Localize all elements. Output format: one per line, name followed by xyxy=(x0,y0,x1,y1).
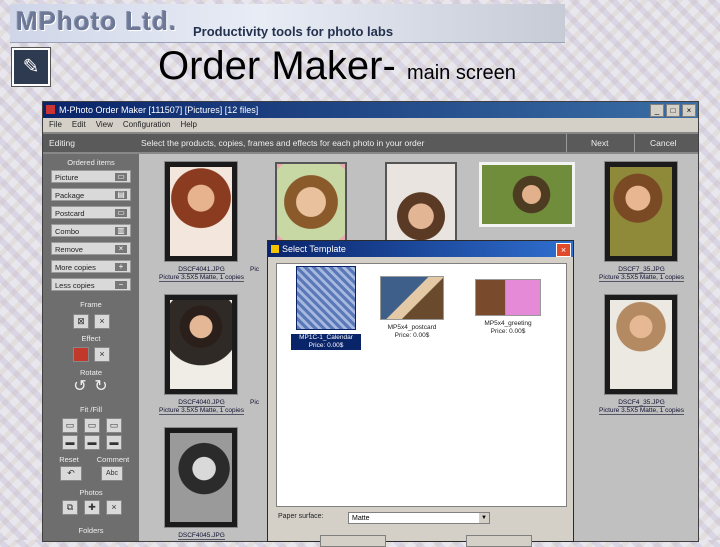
dialog-ok-button[interactable] xyxy=(320,535,386,547)
ordered-items-panel: Ordered items Picture ▭ Package ▤ Postcard… xyxy=(43,154,139,541)
fit-option-2-icon[interactable]: ▭ xyxy=(84,418,100,433)
template-name: MP5x4_postcard Price: 0.00$ xyxy=(387,324,437,339)
photo-cell[interactable]: DSCF4040.JPG Picture 3.5X5 Matte, 1 copie… xyxy=(144,291,259,423)
photo-thumbnail[interactable] xyxy=(605,162,677,261)
more-copies-button[interactable]: More copies + xyxy=(51,260,131,273)
photo-cell[interactable]: DSCF4045.JPG xyxy=(144,424,259,541)
frame-remove-icon[interactable]: × xyxy=(94,314,110,329)
instruction-text: Select the products, copies, frames and … xyxy=(141,138,425,148)
rotate-left-icon[interactable]: ↺ xyxy=(73,379,87,395)
photo-thumbnail[interactable] xyxy=(165,428,237,527)
remove-button[interactable]: Remove × xyxy=(51,242,131,255)
fill-option-2-icon[interactable]: ▬ xyxy=(84,435,100,450)
menu-edit[interactable]: Edit xyxy=(72,118,86,132)
cancel-button[interactable]: Cancel xyxy=(634,134,694,152)
window-titlebar: M-Photo Order Maker [111507] [Pictures] … xyxy=(43,102,698,118)
toolbar: Editing Select the products, copies, fra… xyxy=(43,132,698,154)
template-list: MP1C-1_Calendar Price: 0.00$ MP5x4_postca… xyxy=(276,263,567,507)
header-banner: MPhoto Ltd. Productivity tools for photo… xyxy=(10,4,565,43)
postcard-button[interactable]: Postcard ▭ xyxy=(51,206,131,219)
rotate-label: Rotate xyxy=(79,368,103,377)
chevron-down-icon[interactable]: ▼ xyxy=(479,513,489,523)
package-button[interactable]: Package ▤ xyxy=(51,188,131,201)
template-item[interactable]: MP5x4_postcard Price: 0.00$ xyxy=(377,276,447,340)
paper-surface-select[interactable]: Matte ▼ xyxy=(348,512,490,524)
slide-title: Order Maker- main screen xyxy=(158,44,516,89)
fit-option-1-icon[interactable]: ▭ xyxy=(62,418,78,433)
menu-view[interactable]: View xyxy=(96,118,113,132)
package-icon: ▤ xyxy=(115,191,127,199)
maximize-button[interactable]: □ xyxy=(666,104,680,117)
photos-add-icon[interactable]: ✚ xyxy=(84,500,100,515)
edit-icon: ✎ xyxy=(12,48,50,86)
close-window-button[interactable]: × xyxy=(682,104,696,117)
menu-bar: File Edit View Configuration Help xyxy=(43,118,698,132)
picture-icon: ▭ xyxy=(115,173,127,181)
remove-icon: × xyxy=(115,245,127,253)
photo-thumbnail[interactable] xyxy=(165,295,237,394)
fit-option-3-icon[interactable]: ▭ xyxy=(106,418,122,433)
slide-title-main: Order Maker- xyxy=(158,44,396,88)
plus-icon: + xyxy=(115,263,127,271)
rotate-right-icon[interactable]: ↻ xyxy=(94,379,108,395)
photos-label: Photos xyxy=(79,488,103,497)
dialog-icon xyxy=(271,245,279,253)
calendar-template-thumb[interactable] xyxy=(296,266,356,330)
photo-thumbnail[interactable] xyxy=(605,295,677,394)
dialog-title: Select Template xyxy=(282,244,346,254)
company-logo: MPhoto Ltd. xyxy=(16,6,178,36)
menu-help[interactable]: Help xyxy=(180,118,196,132)
folders-label: Folders xyxy=(78,526,104,535)
template-name: MP1C-1_Calendar Price: 0.00$ xyxy=(291,334,361,350)
frame-add-icon[interactable]: ⊠ xyxy=(73,314,89,329)
close-icon[interactable]: × xyxy=(556,243,571,257)
photos-view-icon[interactable]: ⧉ xyxy=(62,500,78,515)
photos-remove-icon[interactable]: × xyxy=(106,500,122,515)
tagline: Productivity tools for photo labs xyxy=(193,24,394,39)
select-template-dialog: Select Template × MP1C-1_Calendar Price: … xyxy=(267,240,574,547)
menu-configuration[interactable]: Configuration xyxy=(123,118,171,132)
postcard-icon: ▭ xyxy=(115,209,127,217)
greeting-template-thumb[interactable] xyxy=(475,279,541,316)
comment-button[interactable]: Abc xyxy=(101,466,123,481)
combo-icon: ▥ xyxy=(115,227,127,235)
template-item[interactable]: MP1C-1_Calendar Price: 0.00$ xyxy=(291,266,361,350)
next-button[interactable]: Next xyxy=(566,134,629,152)
fit-fill-label: Fit /Fill xyxy=(79,405,103,414)
photo-caption: DSCF4_35.JPG Picture 3.5X5 Matte, 1 copie… xyxy=(599,399,684,415)
menu-file[interactable]: File xyxy=(49,118,62,132)
effect-label: Effect xyxy=(81,334,101,343)
dialog-cancel-button[interactable] xyxy=(466,535,532,547)
paper-surface-label: Paper surface: xyxy=(278,513,324,520)
template-item[interactable]: MP5x4_greeting Price: 0.00$ xyxy=(473,279,543,336)
photo-caption: DSCF4040.JPG Picture 3.5X5 Matte, 1 copie… xyxy=(159,399,244,415)
template-name: MP5x4_greeting Price: 0.00$ xyxy=(484,320,532,335)
app-icon xyxy=(46,105,55,114)
slide-subtitle: main screen xyxy=(406,62,516,84)
dialog-titlebar: Select Template × xyxy=(268,241,573,257)
window-title: M-Photo Order Maker [111507] [Pictures] … xyxy=(59,105,259,115)
frame-label: Frame xyxy=(80,300,102,309)
photo-cell[interactable]: DSCF4_35.JPG Picture 3.5X5 Matte, 1 copie… xyxy=(584,291,698,423)
less-copies-button[interactable]: Less copies − xyxy=(51,278,131,291)
photo-caption: DSCF4041.JPG Picture 3.5X5 Matte, 1 copie… xyxy=(159,266,244,282)
photo-thumbnail[interactable] xyxy=(479,162,575,227)
effect-remove-icon[interactable]: × xyxy=(94,347,110,362)
photo-thumbnail[interactable] xyxy=(165,162,237,261)
ordered-items-header: Ordered items xyxy=(67,158,115,167)
mode-label: Editing xyxy=(49,138,75,148)
combo-button[interactable]: Combo ▥ xyxy=(51,224,131,237)
fill-option-3-icon[interactable]: ▬ xyxy=(106,435,122,450)
photo-caption: DSCF4045.JPG xyxy=(178,532,225,540)
minus-icon: − xyxy=(115,281,127,289)
photo-caption: DSCF7_35.JPG Picture 3.5X5 Matte, 1 copie… xyxy=(599,266,684,282)
effect-color-icon[interactable] xyxy=(73,347,89,362)
minimize-button[interactable]: _ xyxy=(650,104,664,117)
picture-button[interactable]: Picture ▭ xyxy=(51,170,131,183)
postcard-template-thumb[interactable] xyxy=(380,276,444,320)
photo-cell[interactable]: DSCF7_35.JPG Picture 3.5X5 Matte, 1 copie… xyxy=(584,158,698,290)
reset-icon[interactable]: ↶ xyxy=(60,466,82,481)
photo-cell[interactable]: DSCF4041.JPG Picture 3.5X5 Matte, 1 copie… xyxy=(144,158,259,290)
fill-option-1-icon[interactable]: ▬ xyxy=(62,435,78,450)
